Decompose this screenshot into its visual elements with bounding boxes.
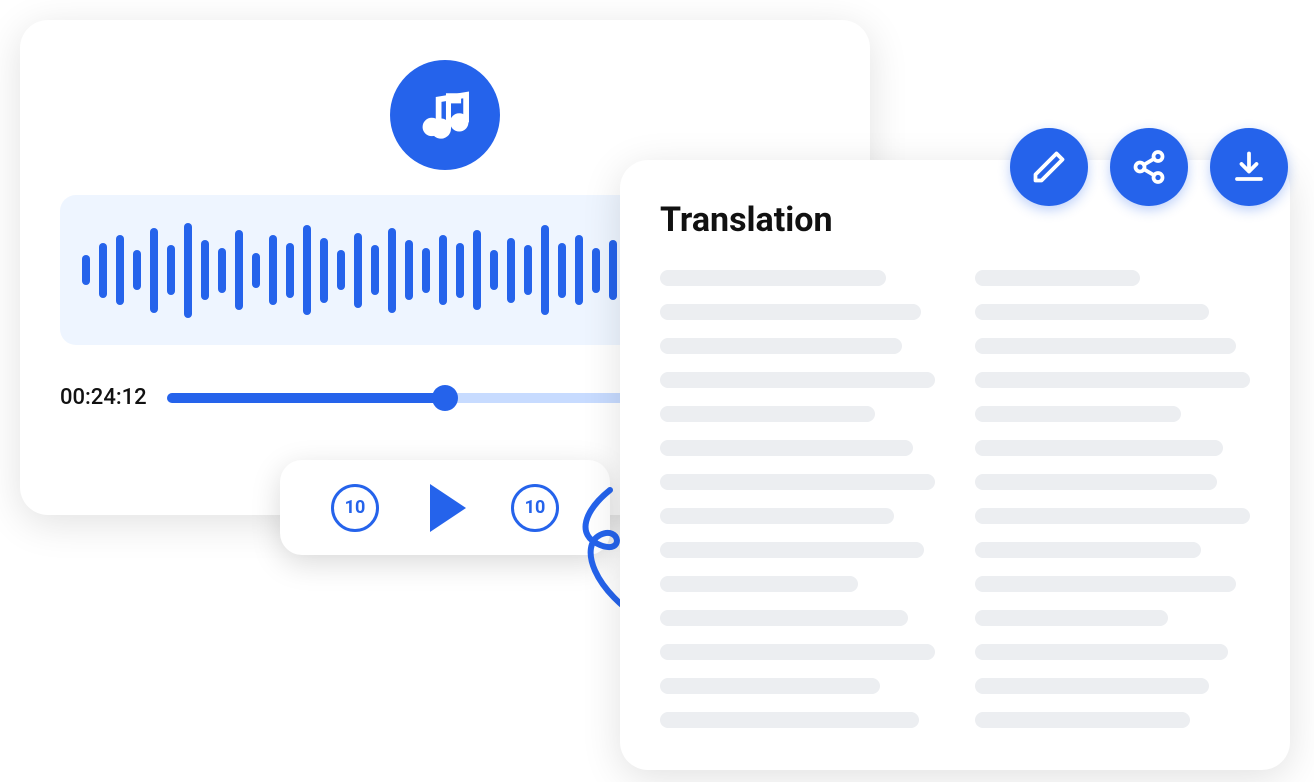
download-button[interactable] [1210, 128, 1288, 206]
waveform-bar [252, 253, 260, 288]
waveform-bar [337, 250, 345, 290]
text-placeholder-line [975, 270, 1140, 286]
waveform-bar [609, 240, 617, 300]
text-placeholder-line [660, 576, 858, 592]
text-placeholder-line [975, 644, 1228, 660]
edit-button[interactable] [1010, 128, 1088, 206]
text-placeholder-line [975, 508, 1250, 524]
waveform-bar [99, 243, 107, 298]
play-button[interactable] [430, 484, 466, 532]
waveform-bar [82, 255, 90, 285]
waveform-bar [133, 250, 141, 290]
text-placeholder-line [975, 440, 1223, 456]
current-time: 00:24:12 [60, 385, 147, 410]
waveform-bar [269, 235, 277, 305]
translation-columns [660, 270, 1250, 728]
waveform-bar [575, 235, 583, 305]
text-placeholder-line [660, 270, 886, 286]
text-placeholder-line [660, 440, 913, 456]
translation-panel: Translation [620, 160, 1290, 770]
waveform-bar [371, 245, 379, 295]
text-placeholder-line [975, 406, 1181, 422]
forward-10-button[interactable]: 10 [511, 484, 559, 532]
waveform-bar [507, 238, 515, 303]
waveform-bar [286, 243, 294, 298]
text-placeholder-line [975, 712, 1190, 728]
waveform-bar [592, 248, 600, 293]
waveform-bar [167, 245, 175, 295]
action-buttons [1010, 128, 1288, 206]
translation-column-left [660, 270, 935, 728]
waveform-bar [524, 245, 532, 295]
playback-controls: 10 10 [280, 460, 610, 555]
text-placeholder-line [975, 474, 1217, 490]
text-placeholder-line [975, 372, 1250, 388]
waveform-bar [218, 248, 226, 293]
text-placeholder-line [975, 542, 1201, 558]
waveform-bar [558, 243, 566, 298]
rewind-10-button[interactable]: 10 [331, 484, 379, 532]
text-placeholder-line [660, 678, 880, 694]
text-placeholder-line [660, 406, 875, 422]
waveform-bar [354, 233, 362, 308]
waveform-bar [116, 235, 124, 305]
text-placeholder-line [975, 304, 1209, 320]
progress-thumb[interactable] [432, 385, 458, 411]
translation-title: Translation [660, 200, 1250, 240]
text-placeholder-line [660, 644, 935, 660]
waveform-bar [473, 230, 481, 310]
progress-fill [167, 393, 446, 403]
text-placeholder-line [975, 338, 1236, 354]
text-placeholder-line [975, 678, 1209, 694]
music-icon [390, 60, 500, 170]
waveform-bar [235, 230, 243, 310]
translation-column-right [975, 270, 1250, 728]
text-placeholder-line [660, 508, 894, 524]
waveform-bar [150, 228, 158, 313]
waveform-bar [320, 238, 328, 303]
share-button[interactable] [1110, 128, 1188, 206]
text-placeholder-line [660, 712, 919, 728]
waveform-bar [201, 240, 209, 300]
text-placeholder-line [660, 304, 921, 320]
pencil-icon [1031, 149, 1067, 185]
text-placeholder-line [660, 610, 908, 626]
waveform-bar [456, 243, 464, 298]
waveform-bar [422, 248, 430, 293]
waveform-bar [439, 235, 447, 305]
text-placeholder-line [975, 576, 1236, 592]
share-icon [1131, 149, 1167, 185]
waveform-bar [490, 250, 498, 290]
waveform-bar [388, 228, 396, 313]
text-placeholder-line [660, 338, 902, 354]
text-placeholder-line [660, 474, 935, 490]
text-placeholder-line [660, 542, 924, 558]
text-placeholder-line [975, 610, 1168, 626]
waveform-bar [405, 240, 413, 300]
waveform-bar [184, 223, 192, 318]
waveform-bar [541, 225, 549, 315]
waveform-bar [303, 225, 311, 315]
text-placeholder-line [660, 372, 935, 388]
download-icon [1231, 149, 1267, 185]
